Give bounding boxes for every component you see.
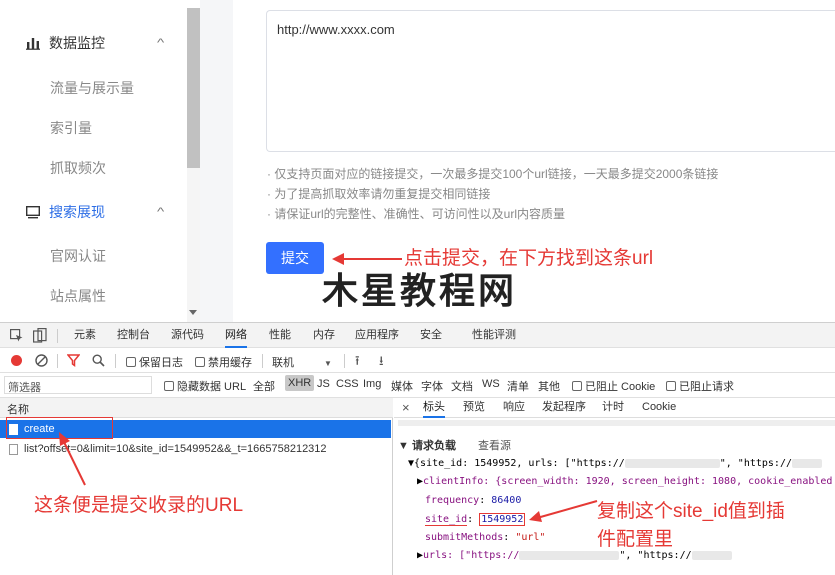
sidebar-item-traffic[interactable]: 流量与展示量 [50, 78, 134, 98]
tab-performance[interactable]: 性能 [269, 323, 291, 348]
tab-lighthouse[interactable]: 性能评测 [472, 323, 516, 348]
sidebar-section-label: 搜索展现 [49, 204, 105, 220]
sidebar-section-data-monitor[interactable]: 数据监控 [26, 33, 105, 53]
tab-sources[interactable]: 源代码 [171, 323, 204, 348]
hide-data-url-checkbox[interactable]: 隐藏数据 URL [164, 378, 246, 394]
blocked-requests-checkbox[interactable]: 已阻止请求 [666, 378, 734, 394]
view-source-link[interactable]: 查看源 [478, 437, 511, 453]
filter-type-other[interactable]: 其他 [538, 378, 560, 394]
disable-cache-checkbox[interactable]: 禁用缓存 [195, 354, 252, 370]
inspect-element-icon[interactable] [10, 329, 23, 342]
filter-type-all[interactable]: 全部 [253, 378, 275, 394]
annotation-arrow-icon [59, 432, 86, 486]
cut-off-header-line [398, 420, 835, 426]
preserve-log-checkbox[interactable]: 保留日志 [126, 354, 183, 370]
payload-urls-line[interactable]: ▶urls: ["https://", "https:// [417, 550, 732, 561]
detail-tab-bar: × 标头 预览 响应 发起程序 计时 Cookie [394, 398, 835, 418]
sidebar-item-official[interactable]: 官网认证 [50, 246, 106, 266]
tab-application[interactable]: 应用程序 [355, 323, 399, 348]
tip-line: · 为了提高抓取效率请勿重复提交相同链接 [267, 187, 491, 201]
filter-type-media[interactable]: 媒体 [391, 378, 413, 394]
monitor-icon [26, 205, 40, 218]
filter-type-manifest[interactable]: 清单 [507, 378, 529, 394]
record-icon[interactable] [11, 355, 22, 366]
filter-icon[interactable] [67, 354, 80, 367]
throttle-select[interactable]: 联机 ▼ [272, 354, 332, 370]
annotation-arrow-icon [529, 500, 598, 522]
content-gutter [200, 0, 233, 322]
scroll-down-arrow-icon[interactable] [189, 310, 197, 315]
search-icon[interactable] [92, 354, 105, 367]
import-har-icon[interactable]: ⭱ [355, 352, 360, 374]
payload-section-toggle[interactable]: ▼ 请求负载 [398, 437, 456, 453]
sidebar-section-search[interactable]: 搜索展现 [26, 202, 105, 222]
tab-memory[interactable]: 内存 [313, 323, 335, 348]
payload-clientinfo-line[interactable]: ▶clientInfo: {screen_width: 1920, screen… [417, 476, 832, 487]
detail-tab-cookie[interactable]: Cookie [642, 398, 676, 418]
detail-tab-preview[interactable]: 预览 [463, 398, 485, 418]
filter-type-xhr[interactable]: XHR [285, 375, 315, 391]
network-toolbar: 保留日志 禁用缓存 联机 ▼ ⭱ ⭳ [0, 348, 835, 373]
export-har-icon[interactable]: ⭳ [379, 352, 384, 374]
tab-elements[interactable]: 元素 [74, 323, 96, 348]
chevron-up-icon[interactable]: ^ [157, 206, 164, 218]
tab-security[interactable]: 安全 [420, 323, 442, 348]
payload-submitmethods-line: submitMethods: "url" [425, 532, 546, 543]
sidebar-item-crawl[interactable]: 抓取频次 [50, 158, 106, 178]
submit-button[interactable]: 提交 [266, 242, 324, 274]
payload-site-id-line: site_id: 1549952 [425, 513, 526, 526]
detail-tab-response[interactable]: 响应 [503, 398, 525, 418]
annotation-site-id-hint: 件配置里 [597, 529, 674, 550]
bar-chart-icon [26, 38, 40, 50]
watermark: 木星教程网 [322, 270, 518, 311]
close-icon[interactable]: × [402, 400, 410, 415]
chevron-up-icon[interactable]: ^ [157, 37, 164, 49]
annotation-site-id-hint: 复制这个site_id值到插 [597, 501, 785, 522]
request-list-header: 名称 [0, 398, 393, 418]
column-name-header[interactable]: 名称 [7, 401, 29, 417]
filter-type-ws[interactable]: WS [482, 378, 500, 390]
filter-type-doc[interactable]: 文档 [451, 378, 473, 394]
detail-tab-timing[interactable]: 计时 [602, 398, 624, 418]
tab-console[interactable]: 控制台 [117, 323, 150, 348]
filter-type-img[interactable]: Img [363, 378, 381, 390]
scrollbar-thumb[interactable] [187, 8, 200, 168]
clear-icon[interactable] [35, 354, 48, 367]
device-toolbar-icon[interactable] [33, 328, 47, 343]
sidebar-section-label: 数据监控 [49, 35, 105, 51]
sidebar-item-index[interactable]: 索引量 [50, 118, 92, 138]
network-filter-bar: 筛选器 隐藏数据 URL 全部 XHR JS CSS Img 媒体 字体 文档 … [0, 373, 835, 398]
devtools-tab-bar: 元素 控制台 源代码 网络 性能 内存 应用程序 安全 性能评测 [0, 323, 835, 348]
payload-root-line[interactable]: ▼{site_id: 1549952, urls: ["https://", "… [408, 458, 822, 469]
payload-frequency-line: frequency: 86400 [425, 495, 522, 506]
filter-type-font[interactable]: 字体 [421, 378, 443, 394]
tip-line: · 仅支持页面对应的链接提交，一次最多提交100个url链接，一天最多提交200… [267, 167, 719, 181]
filter-input[interactable]: 筛选器 [4, 376, 152, 394]
dropdown-arrow-icon: ▼ [324, 359, 332, 368]
detail-tab-headers[interactable]: 标头 [423, 398, 445, 418]
url-textarea-value: http://www.xxxx.com [277, 22, 395, 37]
annotation-request-hint: 这条便是提交收录的URL [34, 495, 244, 516]
filter-type-css[interactable]: CSS [336, 378, 359, 390]
tab-network[interactable]: 网络 [225, 323, 247, 348]
document-icon [9, 444, 18, 455]
filter-type-js[interactable]: JS [317, 378, 330, 390]
sidebar-item-site-attr[interactable]: 站点属性 [50, 286, 106, 306]
blocked-cookies-checkbox[interactable]: 已阻止 Cookie [572, 378, 655, 394]
tip-line: · 请保证url的完整性、准确性、可访问性以及url内容质量 [267, 207, 566, 221]
detail-tab-initiator[interactable]: 发起程序 [542, 398, 586, 418]
